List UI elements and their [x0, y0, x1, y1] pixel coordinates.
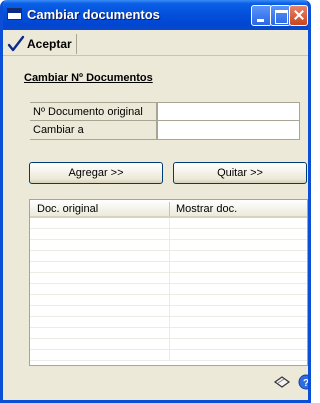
cell-separator — [169, 273, 170, 284]
close-button[interactable] — [289, 5, 308, 26]
table-row[interactable] — [30, 328, 307, 339]
table-row[interactable] — [30, 262, 307, 273]
window-icon — [7, 8, 22, 20]
cell-separator — [169, 339, 170, 350]
change-to-input[interactable] — [157, 121, 300, 140]
cell-separator — [169, 262, 170, 273]
window: Cambiar documentos Aceptar Cambiar Nº Do… — [0, 0, 311, 403]
cell-separator — [169, 328, 170, 339]
cell-separator — [169, 295, 170, 306]
document-form: Nº Documento original Cambiar a — [30, 102, 300, 140]
checkmark-icon — [7, 35, 25, 52]
table-row[interactable] — [30, 273, 307, 284]
minimize-button[interactable] — [251, 5, 272, 26]
accept-button[interactable]: Aceptar — [7, 34, 77, 54]
window-title: Cambiar documentos — [27, 7, 160, 22]
cell-separator — [169, 251, 170, 262]
table-row[interactable] — [30, 317, 307, 328]
original-document-label: Nº Documento original — [30, 102, 157, 121]
column-header-show[interactable]: Mostrar doc. — [176, 203, 237, 215]
cell-separator — [169, 240, 170, 251]
table-row[interactable] — [30, 295, 307, 306]
cell-separator — [169, 317, 170, 328]
table-row[interactable] — [30, 229, 307, 240]
svg-text:?: ? — [303, 378, 309, 389]
section-title: Cambiar Nº Documentos — [24, 72, 153, 84]
note-icon[interactable] — [273, 374, 291, 390]
remove-button[interactable]: Quitar >> — [173, 162, 307, 184]
title-bar[interactable]: Cambiar documentos — [3, 0, 308, 30]
cell-separator — [169, 306, 170, 317]
table-row[interactable] — [30, 339, 307, 350]
table-row[interactable] — [30, 306, 307, 317]
add-button[interactable]: Agregar >> — [29, 162, 163, 184]
documents-grid[interactable]: Doc. original Mostrar doc. — [29, 199, 308, 366]
column-separator[interactable] — [169, 202, 170, 216]
column-header-original[interactable]: Doc. original — [37, 203, 98, 215]
cell-separator — [169, 350, 170, 361]
help-icon[interactable]: ? — [298, 374, 311, 390]
table-row[interactable] — [30, 251, 307, 262]
cell-separator — [169, 284, 170, 295]
form-row-change-to: Cambiar a — [30, 121, 300, 140]
maximize-button[interactable] — [270, 5, 291, 26]
change-to-label: Cambiar a — [30, 121, 157, 140]
toolbar: Aceptar — [3, 30, 308, 56]
table-row[interactable] — [30, 240, 307, 251]
table-row[interactable] — [30, 350, 307, 361]
table-row[interactable] — [30, 218, 307, 229]
grid-body — [30, 218, 307, 365]
form-row-original: Nº Documento original — [30, 102, 300, 121]
cell-separator — [169, 229, 170, 240]
cell-separator — [169, 218, 170, 229]
table-row[interactable] — [30, 284, 307, 295]
original-document-input[interactable] — [157, 102, 300, 121]
accept-button-label: Aceptar — [27, 37, 72, 51]
grid-header: Doc. original Mostrar doc. — [30, 200, 307, 218]
